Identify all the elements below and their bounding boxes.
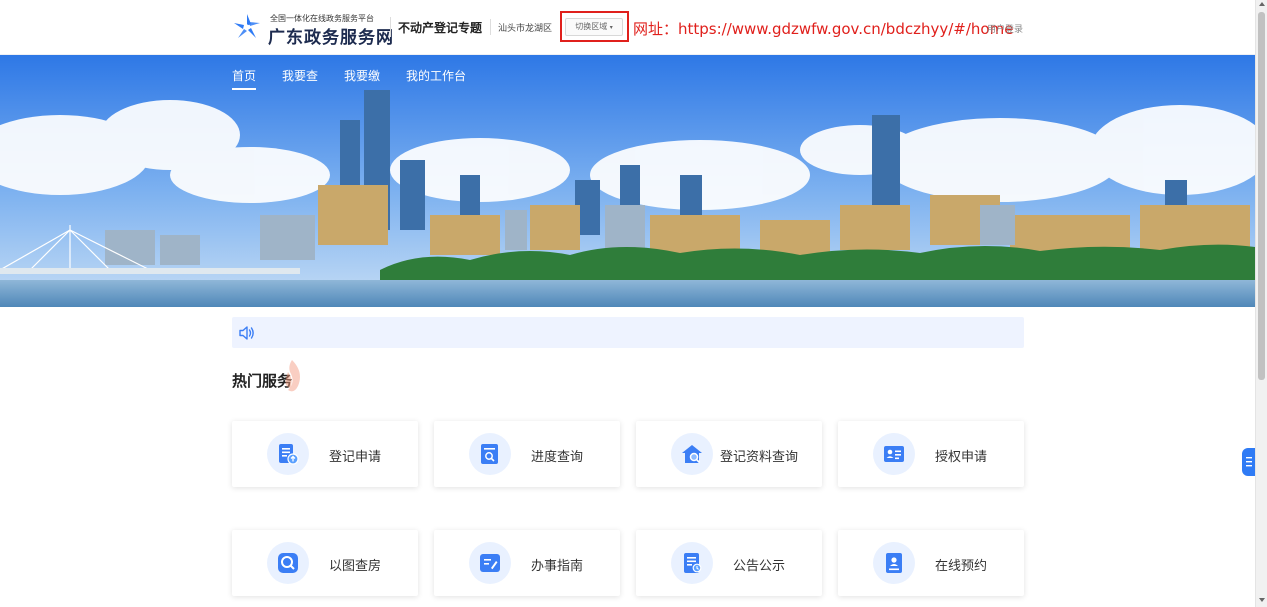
file-upload-icon (279, 444, 299, 465)
house-search-icon (682, 445, 702, 464)
notice-bar[interactable] (232, 317, 1024, 348)
city-banner (0, 55, 1255, 307)
card-label: 公告公示 (733, 559, 786, 574)
top-header: 全国一体化在线政务服务平台 广东政务服务网 不动产登记专题 汕头市龙湖区 切换区… (0, 0, 1255, 55)
nav-label: 我要缴 (344, 69, 381, 83)
card-label: 办事指南 (531, 559, 584, 574)
service-card-authorization[interactable]: 授权申请 (838, 421, 1024, 487)
vertical-scrollbar[interactable] (1255, 0, 1267, 607)
switch-region-button[interactable]: 切换区域 ▾ (565, 18, 623, 36)
service-card-notice[interactable]: 公告公示 (636, 530, 822, 596)
icon-circle (267, 433, 309, 475)
speaker-icon (239, 326, 254, 340)
service-card-record-query[interactable]: 登记资料查询 (636, 421, 822, 487)
list-icon (1246, 457, 1252, 467)
flame-decoration-icon (285, 360, 300, 392)
card-label: 在线预约 (935, 559, 988, 574)
map-search-icon (278, 553, 298, 573)
service-card-progress-query[interactable]: 进度查询 (434, 421, 620, 487)
service-card-appointment[interactable]: 在线预约 (838, 530, 1024, 596)
card-label: 登记资料查询 (720, 450, 799, 465)
nav-label: 我的工作台 (406, 69, 467, 83)
guide-edit-icon (480, 554, 500, 572)
card-label: 登记申请 (329, 450, 382, 465)
card-label: 以图查房 (329, 559, 382, 574)
nav-active-indicator (232, 88, 256, 90)
url-annotation: 网址：https://www.gdzwfw.gov.cn/bdczhyy/#/h… (633, 20, 1014, 38)
card-label: 进度查询 (531, 450, 584, 465)
nav-label: 我要查 (282, 69, 319, 83)
icon-circle (671, 542, 713, 584)
service-card-map-search[interactable]: 以图查房 (232, 530, 418, 596)
service-card-register-apply[interactable]: 登记申请 (232, 421, 418, 487)
page: 全国一体化在线政务服务平台 广东政务服务网 不动产登记专题 汕头市龙湖区 切换区… (0, 0, 1267, 607)
gdzwfw-logo-icon[interactable] (232, 12, 262, 42)
icon-circle (469, 433, 511, 475)
chevron-down-icon: ▾ (609, 24, 613, 31)
document-search-icon (481, 444, 498, 464)
nav-item-workbench[interactable]: 我的工作台 (406, 67, 466, 84)
appointment-icon (886, 553, 902, 573)
nav-item-home[interactable]: 首页 (232, 67, 256, 84)
icon-circle (671, 433, 713, 475)
scroll-up-arrow-icon[interactable] (1259, 2, 1265, 6)
icon-circle (469, 542, 511, 584)
city-skyline-image (0, 55, 1255, 307)
switch-region-label: 切换区域 (575, 22, 608, 31)
service-card-guide[interactable]: 办事指南 (434, 530, 620, 596)
card-label: 授权申请 (935, 450, 988, 465)
floating-side-tab[interactable] (1242, 448, 1255, 476)
icon-circle (873, 542, 915, 584)
nav-item-query[interactable]: 我要查 (282, 67, 318, 84)
platform-name[interactable]: 广东政务服务网 (268, 23, 394, 48)
current-region: 汕头市龙湖区 (498, 24, 553, 34)
icon-circle (873, 433, 915, 475)
header-divider (390, 17, 391, 37)
scrollbar-thumb[interactable] (1258, 12, 1265, 380)
scroll-down-arrow-icon[interactable] (1259, 598, 1265, 602)
header-divider (490, 19, 491, 35)
notice-document-icon (684, 553, 702, 573)
login-link[interactable]: 用户登录 (987, 22, 1023, 35)
nav-label: 首页 (232, 69, 257, 83)
id-card-icon (884, 446, 904, 462)
nav-item-pay[interactable]: 我要缴 (344, 67, 380, 84)
topic-title: 不动产登记专题 (398, 21, 483, 35)
icon-circle (267, 542, 309, 584)
